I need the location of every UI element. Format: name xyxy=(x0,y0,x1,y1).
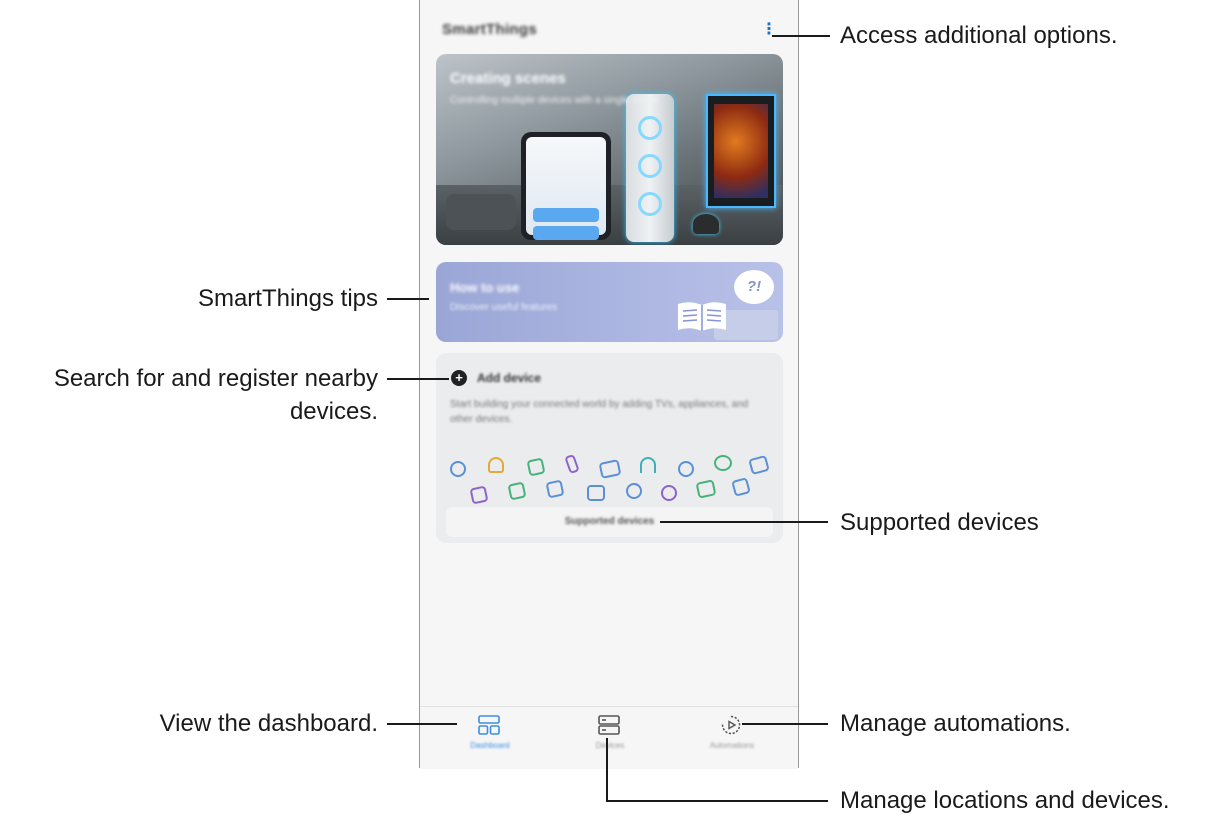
callout-line-automations xyxy=(742,723,828,725)
callout-line-dashboard xyxy=(387,723,457,725)
watch-icon xyxy=(626,483,642,499)
annotation-options: Access additional options. xyxy=(840,22,1118,49)
tips-title: How to use xyxy=(450,280,520,295)
bulb-icon xyxy=(488,457,504,473)
scenes-description: Controlling multiple devices with a sing… xyxy=(450,95,659,106)
tips-description: Discover useful features xyxy=(450,302,558,313)
callout-line-options xyxy=(772,35,830,37)
add-device-plus-icon[interactable]: + xyxy=(451,370,467,386)
annotation-tips: SmartThings tips xyxy=(197,285,378,312)
devices-icon xyxy=(598,715,620,735)
oven-icon xyxy=(748,454,770,476)
annotation-dashboard: View the dashboard. xyxy=(159,710,378,737)
annotation-automations: Manage automations. xyxy=(840,710,1071,737)
question-bubble-icon: ?! xyxy=(734,270,774,304)
camera-icon xyxy=(587,485,605,501)
headphones-icon xyxy=(640,457,656,473)
tab-automations-label: Automations xyxy=(709,741,755,750)
annotation-search-line2: devices. xyxy=(289,398,378,425)
lock-icon xyxy=(661,485,677,501)
smartthings-tips-card[interactable]: How to use Discover useful features ?! xyxy=(436,262,783,342)
dashboard-icon xyxy=(478,715,500,735)
app-title: SmartThings xyxy=(442,21,537,38)
phone-screen: SmartThings ⋮ Creating scenes Controllin… xyxy=(419,0,799,769)
tab-automations[interactable]: Automations xyxy=(669,707,795,769)
automations-icon xyxy=(721,715,741,735)
air-purifier-icon xyxy=(714,455,732,471)
callout-line-locations-v xyxy=(606,738,608,802)
sofa-image xyxy=(446,194,516,230)
annotation-supported: Supported devices xyxy=(840,509,1039,536)
tv-icon xyxy=(598,459,622,479)
remote-icon xyxy=(564,453,580,475)
tv-image xyxy=(706,94,776,208)
tab-devices[interactable]: Devices xyxy=(547,707,673,769)
annotation-locations: Manage locations and devices. xyxy=(840,787,1170,814)
speaker-image xyxy=(693,214,719,234)
tab-dashboard-label: Dashboard xyxy=(470,741,510,750)
tab-devices-label: Devices xyxy=(595,741,625,750)
camera-icon xyxy=(469,485,489,505)
tablet-icon xyxy=(731,477,751,497)
tv-icon xyxy=(695,479,717,499)
creating-scenes-card[interactable]: Creating scenes Controlling multiple dev… xyxy=(436,54,783,245)
callout-line-tips xyxy=(387,298,429,300)
add-device-title[interactable]: Add device xyxy=(477,371,541,385)
air-purifier-image xyxy=(626,94,674,242)
robot-vacuum-icon xyxy=(678,461,694,477)
supported-devices-label: Supported devices xyxy=(564,516,655,527)
add-device-description: Start building your connected world by a… xyxy=(450,399,749,425)
annotation-search-line1: Search for and register nearby xyxy=(53,365,378,392)
add-device-card: + Add device Start building your connect… xyxy=(436,353,783,543)
tab-dashboard[interactable]: Dashboard xyxy=(427,707,553,769)
fridge-icon xyxy=(507,481,527,501)
callout-line-search xyxy=(387,378,449,380)
scenes-title: Creating scenes xyxy=(450,70,566,87)
phone-image xyxy=(521,132,611,240)
callout-line-locations-h xyxy=(606,800,828,802)
callout-line-supported xyxy=(660,521,828,523)
speaker-icon xyxy=(450,461,466,477)
book-icon xyxy=(678,302,726,331)
washer-icon xyxy=(526,457,546,477)
bottom-navigation: Dashboard Devices Automations xyxy=(420,706,798,769)
printer-icon xyxy=(545,479,565,499)
